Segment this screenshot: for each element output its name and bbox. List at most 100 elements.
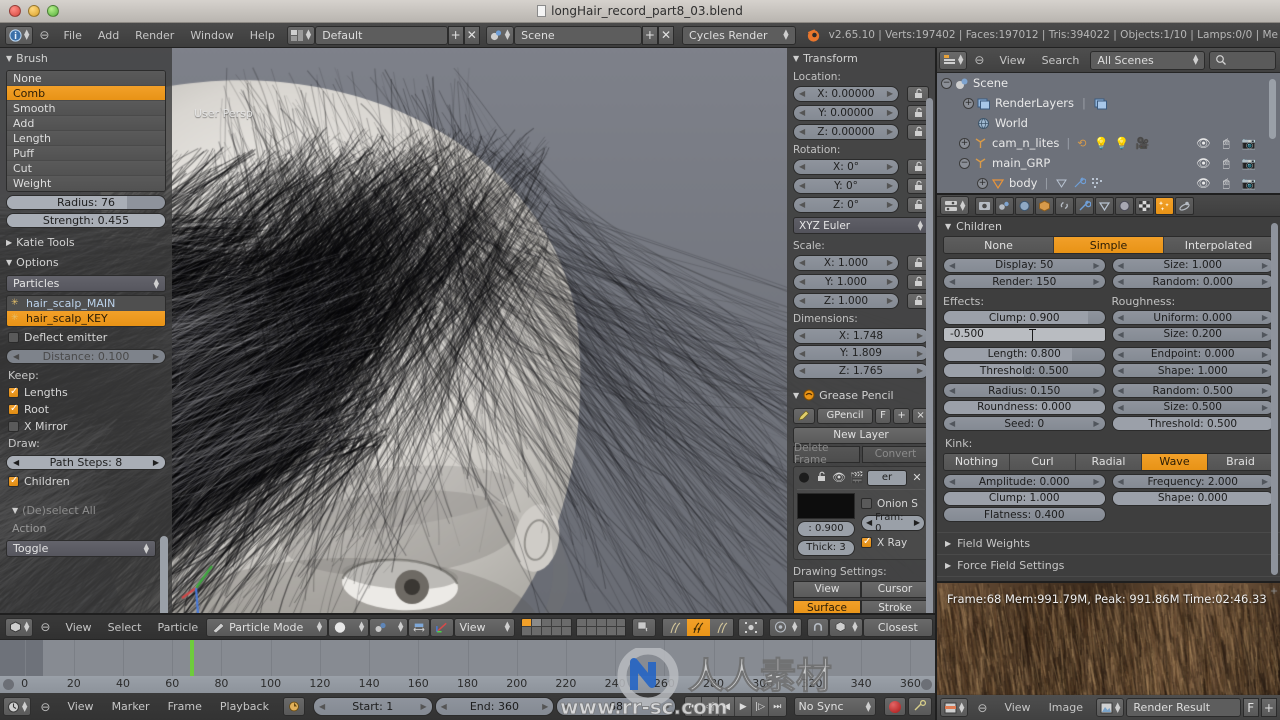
brush-list[interactable]: None Comb Smooth Add Length Puff Cut Wei…	[6, 70, 166, 192]
pivot-point-select[interactable]: ▲ ▼	[369, 618, 408, 637]
region-divider-horizontal[interactable]	[0, 613, 935, 615]
tab-physics[interactable]	[1175, 197, 1194, 215]
options-panel-header[interactable]: ▼ Options	[0, 252, 172, 272]
collapse-menu-icon[interactable]: ⊖	[33, 28, 55, 42]
layer-cell[interactable]	[522, 627, 532, 636]
scale-x-field[interactable]: ◀ X: 1.000 ▶	[793, 255, 899, 271]
image-add-button[interactable]: +	[1261, 698, 1277, 717]
empty-child-icon[interactable]: ⟲	[1077, 137, 1086, 150]
region-divider-outliner[interactable]	[937, 193, 1280, 195]
rotation-z-field[interactable]: ◀ Z: 0° ▶	[793, 197, 899, 213]
render-engine-spinner[interactable]: ▲ ▼	[783, 30, 788, 40]
threshold-field[interactable]: Threshold: 0.500	[943, 363, 1106, 378]
selectable-icon[interactable]: 🖱	[1223, 176, 1230, 191]
layer-column[interactable]	[587, 619, 597, 636]
display-mode-spinner[interactable]: ▲ ▼	[1193, 55, 1198, 65]
layer-cell[interactable]	[542, 619, 552, 628]
grease-pencil-panel-header[interactable]: ▼ Grease Pencil	[787, 385, 935, 405]
layer-cell[interactable]	[617, 627, 627, 636]
outliner-menu-view[interactable]: View	[991, 48, 1033, 73]
add-scene-button[interactable]: +	[642, 26, 658, 45]
rotation-z-row[interactable]: ◀ Z: 0° ▶	[787, 195, 935, 214]
layer-cell[interactable]	[617, 619, 627, 628]
kink-shape-field[interactable]: Shape: 0.000	[1112, 491, 1275, 506]
deflect-emitter-checkbox[interactable]: Deflect emitter	[0, 329, 172, 346]
dimensions-z-field[interactable]: ◀ Z: 1.765 ▶	[793, 363, 929, 379]
action-spinner[interactable]: ▲ ▼	[144, 544, 149, 554]
tab-material[interactable]	[1115, 197, 1134, 215]
selectable-icon[interactable]: 🖱	[1223, 136, 1230, 151]
layer-column[interactable]	[542, 619, 552, 636]
outliner-display-mode-select[interactable]: All Scenes ▲ ▼	[1090, 51, 1205, 70]
timeline-scrollbar-handle-left[interactable]	[3, 679, 14, 690]
deflect-distance-field[interactable]: ◀ Distance: 0.100 ▶	[6, 349, 166, 364]
operator-panel[interactable]: ▼ (De)select All Action Toggle ▲ ▼	[6, 500, 166, 557]
kink-curl-button[interactable]: Curl	[1010, 454, 1076, 470]
gp-layer-box[interactable]: ● 👁 🎬 er ✕ : 0.900 Thick: 3 Onion S ◀ Fr…	[793, 466, 929, 560]
particles-data-icon[interactable]	[1091, 177, 1104, 189]
outliner-row-toggles[interactable]: 👁 🖱 📷	[1196, 156, 1256, 171]
image-menu-image[interactable]: Image	[1041, 695, 1091, 720]
gp-fake-user-button[interactable]: F	[875, 408, 891, 424]
gp-layer-name-field[interactable]: er	[867, 470, 907, 486]
layer-cell[interactable]	[532, 627, 542, 636]
brush-item-cut[interactable]: Cut	[7, 161, 165, 176]
unlock-icon[interactable]	[813, 471, 829, 485]
select-all-keys-button[interactable]	[738, 618, 764, 637]
orientation-spinner[interactable]: ▲ ▼	[505, 622, 510, 632]
rotation-y-row[interactable]: ◀ Y: 0° ▶	[787, 176, 935, 195]
selectable-icon[interactable]: 🖱	[1223, 156, 1230, 171]
layer-column[interactable]	[577, 619, 587, 636]
location-x-row[interactable]: ◀ X: 0.00000 ▶	[787, 84, 935, 103]
snap-element-spinner[interactable]: ▲ ▼	[852, 622, 857, 632]
editor-type-spinner[interactable]: ▲ ▼	[24, 622, 29, 632]
screen-layout-browse-button[interactable]: ▲ ▼	[287, 26, 315, 45]
layer-cell[interactable]	[587, 619, 597, 628]
outliner-row-cam-n-lites[interactable]: + cam_n_lites | ⟲ 💡 💡 🎥 👁 🖱 📷	[937, 133, 1280, 153]
brush-item-none[interactable]: None	[7, 71, 165, 86]
layer-cell[interactable]	[532, 619, 542, 628]
renderability-icon[interactable]: 📷	[1242, 136, 1256, 150]
collapse-menu-icon[interactable]: ⊖	[967, 53, 991, 67]
action-select[interactable]: Toggle ▲ ▼	[6, 540, 156, 557]
record-dot-icon[interactable]: ●	[797, 470, 811, 485]
xray-checkbox[interactable]: X Ray	[861, 537, 925, 549]
gp-frames-field[interactable]: ◀ Fram: 0 ▶	[861, 515, 925, 531]
editor-type-outliner-button[interactable]: ▲ ▼	[939, 51, 967, 70]
layer-cell[interactable]	[577, 619, 587, 628]
layer-cell[interactable]	[552, 619, 562, 628]
brush-radius-slider[interactable]: Radius: 76	[6, 195, 166, 210]
gp-color-swatch[interactable]	[797, 493, 855, 519]
viewport-shading-select[interactable]: ▲ ▼	[328, 618, 369, 637]
gp-opacity-field[interactable]: : 0.900	[797, 521, 855, 537]
layer-column[interactable]	[607, 619, 617, 636]
child-type-none-button[interactable]: None	[944, 237, 1054, 253]
scale-y-field[interactable]: ◀ Y: 1.000 ▶	[793, 274, 899, 290]
kink-fields-grid[interactable]: ◀ Amplitude: 0.000 ▶ Clump: 1.000 Flatness…	[937, 473, 1280, 524]
viewport-menu-view[interactable]: View	[57, 615, 99, 640]
editor-type-timeline-button[interactable]: ▲ ▼	[3, 697, 31, 716]
viewport-menu-particle[interactable]: Particle	[150, 615, 207, 640]
use-preview-range-button[interactable]	[283, 697, 305, 716]
mode-spinner[interactable]: ▲ ▼	[317, 622, 322, 632]
child-type-selector[interactable]: None Simple Interpolated	[943, 236, 1274, 254]
seed-field[interactable]: ◀ Seed: 0 ▶	[943, 416, 1106, 431]
gp-add-button[interactable]: +	[893, 408, 910, 424]
gp-datablock-field[interactable]: GPencil	[817, 408, 873, 424]
children-section-header[interactable]: ▼ Children	[937, 217, 1280, 234]
layer-cell[interactable]	[542, 627, 552, 636]
auto-keying-button[interactable]	[884, 697, 906, 716]
path-steps-field[interactable]: ◀ Path Steps: 8 ▶	[6, 455, 166, 470]
collapse-menu-icon[interactable]: ⊖	[33, 620, 57, 634]
location-y-field[interactable]: ◀ Y: 0.00000 ▶	[793, 105, 899, 121]
properties-tab-row[interactable]: ▲ ▼	[937, 195, 1280, 217]
menu-file[interactable]: File	[55, 23, 89, 48]
image-datablock-field[interactable]: Render Result	[1126, 698, 1240, 717]
outliner-search-input[interactable]	[1209, 51, 1276, 70]
lamp-icon[interactable]: 💡	[1094, 136, 1108, 150]
layout-spinner[interactable]: ▲ ▼	[306, 30, 311, 40]
add-screen-button[interactable]: +	[448, 26, 464, 45]
clump-field[interactable]: Clump: 0.900	[943, 310, 1106, 325]
layer-cell[interactable]	[552, 627, 562, 636]
previous-keyframe-button[interactable]: ◁|	[702, 697, 719, 716]
